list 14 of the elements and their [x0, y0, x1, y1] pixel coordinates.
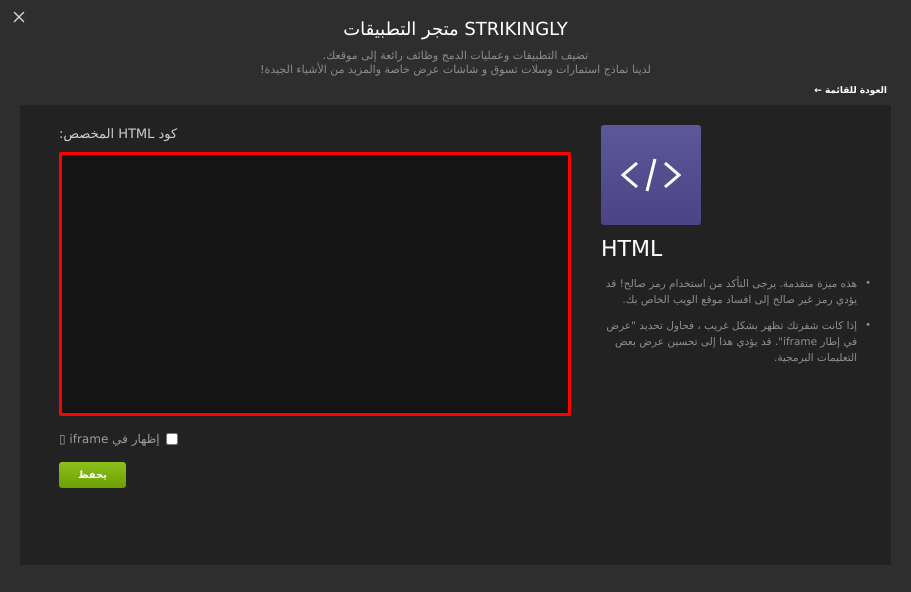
bullet-mark: • — [865, 276, 871, 290]
note-text: إذا كانت شفرتك تظهر بشكل غريب ، فحاول تحديد "عرض في إطار iframe". قد يؤدي هذا إلى تحسين عرض بعض التعليمات البرمجية. — [605, 318, 858, 366]
editor-label: كود HTML المخصص: — [59, 126, 178, 144]
iframe-label: إظهار في iframe ▯ — [59, 431, 160, 448]
back-link[interactable]: العودة للقائمة ← — [814, 85, 887, 98]
subtitle-line: لدينا نماذج استمارات وسلات تسوق و شاشات عرض خاصة والمزيد من الأشياء الجيدة! — [260, 63, 651, 77]
page-title: متجر التطبيقات STRIKINGLY — [343, 18, 568, 42]
note-text: هذه ميزة متقدمة. يرجى التأكد من استخدام رمز صالح! قد يؤدي رمز غير صالح إلى افساد موقع الويب الخاص بك. — [604, 276, 858, 308]
iframe-checkbox[interactable] — [166, 433, 178, 445]
code-editor[interactable] — [59, 152, 571, 416]
code-icon — [619, 156, 683, 192]
subtitle-line: تضيف التطبيقات وعمليات الدمج وظائف رائعة إلى موقعك. — [322, 49, 588, 62]
bullet-mark: • — [865, 318, 871, 332]
app-name: HTML — [601, 236, 662, 264]
